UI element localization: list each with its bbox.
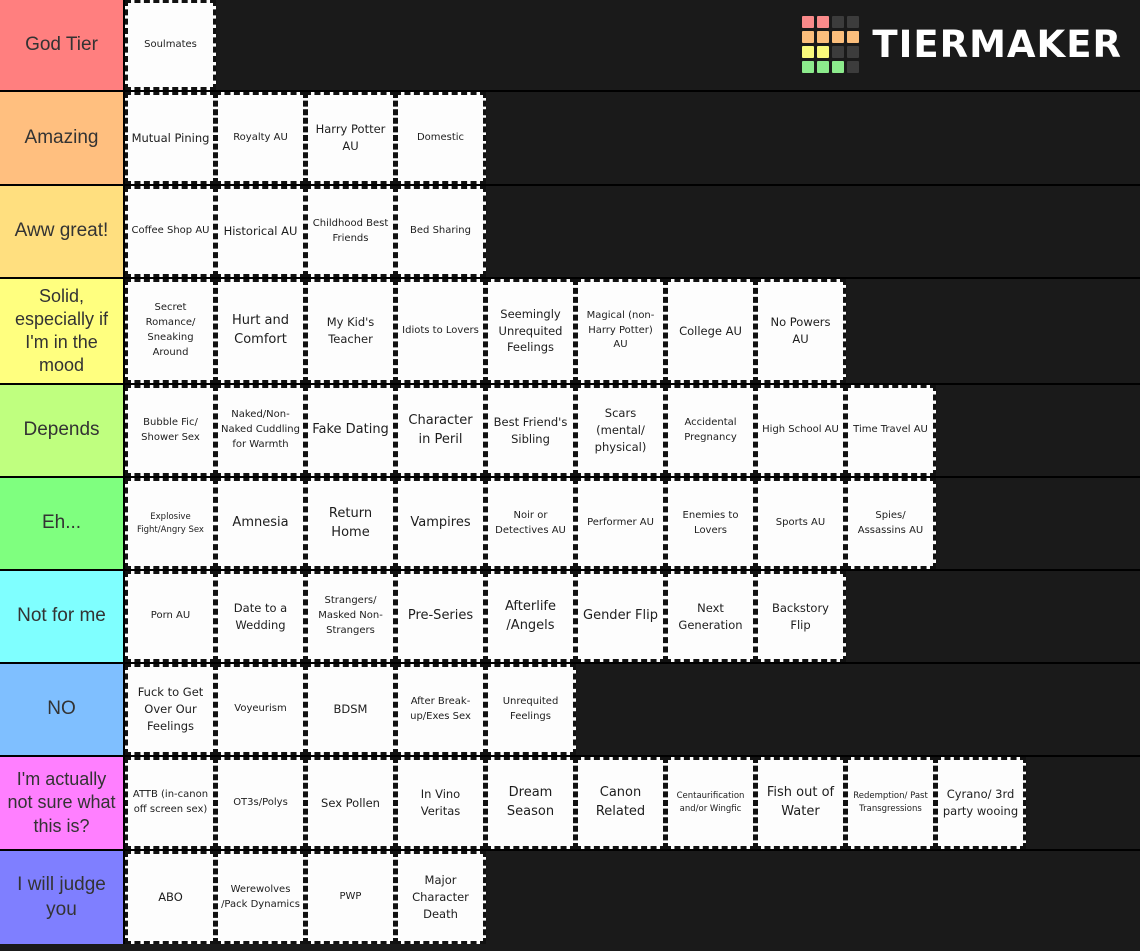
tier-item-tile[interactable]: Harry Potter AU [305,92,396,184]
tier-item-tile[interactable]: Enemies to Lovers [665,478,756,569]
tier-row: Depends Bubble Fic/ Shower Sex Naked/Non-N… [0,385,1140,478]
tier-item-tile[interactable]: Character in Peril [395,385,486,476]
tier-item-tile[interactable]: In Vino Veritas [395,757,486,849]
tier-row: God Tier Soulmates [0,0,1140,92]
tier-label[interactable]: Solid, especially if I'm in the mood [0,279,125,383]
tier-label[interactable]: NO [0,664,125,755]
tier-item-tile[interactable]: Coffee Shop AU [125,186,216,277]
tier-row: I'm actually not sure what this is? ATTB … [0,757,1140,851]
tier-items[interactable]: Coffee Shop AU Historical AU Childhood Bes… [125,186,1140,277]
tier-item-tile[interactable]: Naked/Non-Naked Cuddling for Warmth [215,385,306,476]
tier-item-tile[interactable]: Backstory Flip [755,571,846,662]
tier-item-tile[interactable]: Dream Season [485,757,576,849]
tier-item-tile[interactable]: Royalty AU [215,92,306,184]
tier-items[interactable]: Soulmates [125,0,1140,90]
tier-items[interactable]: Bubble Fic/ Shower Sex Naked/Non-Naked Cu… [125,385,1140,476]
tier-label[interactable]: God Tier [0,0,125,90]
tier-item-tile[interactable]: Idiots to Lovers [395,279,486,383]
tier-label[interactable]: Not for me [0,571,125,662]
tier-items[interactable]: Mutual Pining Royalty AU Harry Potter AU Do… [125,92,1140,184]
tier-item-tile[interactable]: Soulmates [125,0,216,90]
tier-item-tile[interactable]: ABO [125,851,216,944]
tier-row: I will judge you ABO Werewolves /Pack Dyna… [0,851,1140,944]
tier-row: Eh... Explosive Fight/Angry Sex Amnesia Ret… [0,478,1140,571]
tier-item-tile[interactable]: Pre-Series [395,571,486,662]
tier-item-tile[interactable]: Performer AU [575,478,666,569]
tier-item-tile[interactable]: Fuck to Get Over Our Feelings [125,664,216,755]
tier-items[interactable]: Explosive Fight/Angry Sex Amnesia Return H… [125,478,1140,569]
tier-row: Solid, especially if I'm in the mood Secr… [0,279,1140,385]
tier-item-tile[interactable]: Childhood Best Friends [305,186,396,277]
tier-item-tile[interactable]: Time Travel AU [845,385,936,476]
tier-items[interactable]: ABO Werewolves /Pack Dynamics PWP Major Cha… [125,851,1140,944]
tier-item-tile[interactable]: Magical (non-Harry Potter) AU [575,279,666,383]
tier-label[interactable]: Aww great! [0,186,125,277]
tier-item-tile[interactable]: Mutual Pining [125,92,216,184]
tier-item-tile[interactable]: Bubble Fic/ Shower Sex [125,385,216,476]
tier-item-tile[interactable]: After Break-up/Exes Sex [395,664,486,755]
tier-item-tile[interactable]: Centaurification and/or Wingfic [665,757,756,849]
tier-item-tile[interactable]: Strangers/ Masked Non-Strangers [305,571,396,662]
tier-item-tile[interactable]: Major Character Death [395,851,486,944]
tier-item-tile[interactable]: Sports AU [755,478,846,569]
tier-item-tile[interactable]: College AU [665,279,756,383]
tier-item-tile[interactable]: Next Generation [665,571,756,662]
tier-label[interactable]: I'm actually not sure what this is? [0,757,125,849]
tier-item-tile[interactable]: Porn AU [125,571,216,662]
tier-item-tile[interactable]: Best Friend's Sibling [485,385,576,476]
tier-row: NO Fuck to Get Over Our Feelings Voyeurism… [0,664,1140,757]
tier-label[interactable]: Eh... [0,478,125,569]
tier-item-tile[interactable]: Cyrano/ 3rd party wooing [935,757,1026,849]
tier-item-tile[interactable]: Werewolves /Pack Dynamics [215,851,306,944]
tier-item-tile[interactable]: Bed Sharing [395,186,486,277]
tier-items[interactable]: ATTB (in-canon off screen sex) OT3s/Polys… [125,757,1140,849]
tier-items[interactable]: Fuck to Get Over Our Feelings Voyeurism BD… [125,664,1140,755]
tier-item-tile[interactable]: Fish out of Water [755,757,846,849]
tier-item-tile[interactable]: Secret Romance/ Sneaking Around [125,279,216,383]
tier-label[interactable]: Depends [0,385,125,476]
tier-rows-container: God Tier Soulmates Amazing Mutual Pining Roy… [0,0,1140,944]
tier-item-tile[interactable]: Explosive Fight/Angry Sex [125,478,216,569]
tier-item-tile[interactable]: High School AU [755,385,846,476]
tier-item-tile[interactable]: Date to a Wedding [215,571,306,662]
tier-item-tile[interactable]: Historical AU [215,186,306,277]
tier-item-tile[interactable]: Accidental Pregnancy [665,385,756,476]
tier-item-tile[interactable]: Hurt and Comfort [215,279,306,383]
tier-item-tile[interactable]: Afterlife /Angels [485,571,576,662]
tier-list-board: TIERMAKER God Tier Soulmates Amazing Mutual… [0,0,1140,951]
tier-label[interactable]: I will judge you [0,851,125,944]
tier-item-tile[interactable]: Fake Dating [305,385,396,476]
tier-item-tile[interactable]: Redemption/ Past Transgressions [845,757,936,849]
tier-item-tile[interactable]: OT3s/Polys [215,757,306,849]
tier-item-tile[interactable]: Gender Flip [575,571,666,662]
tier-item-tile[interactable]: Domestic [395,92,486,184]
tier-label[interactable]: Amazing [0,92,125,184]
tier-row: Amazing Mutual Pining Royalty AU Harry Pott… [0,92,1140,186]
tier-item-tile[interactable]: Scars (mental/ physical) [575,385,666,476]
tier-items[interactable]: Secret Romance/ Sneaking Around Hurt and … [125,279,1140,383]
tier-item-tile[interactable]: Noir or Detectives AU [485,478,576,569]
tier-item-tile[interactable]: Vampires [395,478,486,569]
tier-item-tile[interactable]: My Kid's Teacher [305,279,396,383]
tier-item-tile[interactable]: No Powers AU [755,279,846,383]
tier-item-tile[interactable]: PWP [305,851,396,944]
tier-row: Not for me Porn AU Date to a Wedding Strang… [0,571,1140,664]
tier-item-tile[interactable]: Return Home [305,478,396,569]
tier-item-tile[interactable]: Amnesia [215,478,306,569]
tier-item-tile[interactable]: Sex Pollen [305,757,396,849]
tier-item-tile[interactable]: Unrequited Feelings [485,664,576,755]
tier-item-tile[interactable]: ATTB (in-canon off screen sex) [125,757,216,849]
tier-item-tile[interactable]: Voyeurism [215,664,306,755]
tier-item-tile[interactable]: Seemingly Unrequited Feelings [485,279,576,383]
tier-item-tile[interactable]: Canon Related [575,757,666,849]
tier-items[interactable]: Porn AU Date to a Wedding Strangers/ Maske… [125,571,1140,662]
tier-item-tile[interactable]: Spies/ Assassins AU [845,478,936,569]
tier-row: Aww great! Coffee Shop AU Historical AU Chi… [0,186,1140,279]
tier-item-tile[interactable]: BDSM [305,664,396,755]
